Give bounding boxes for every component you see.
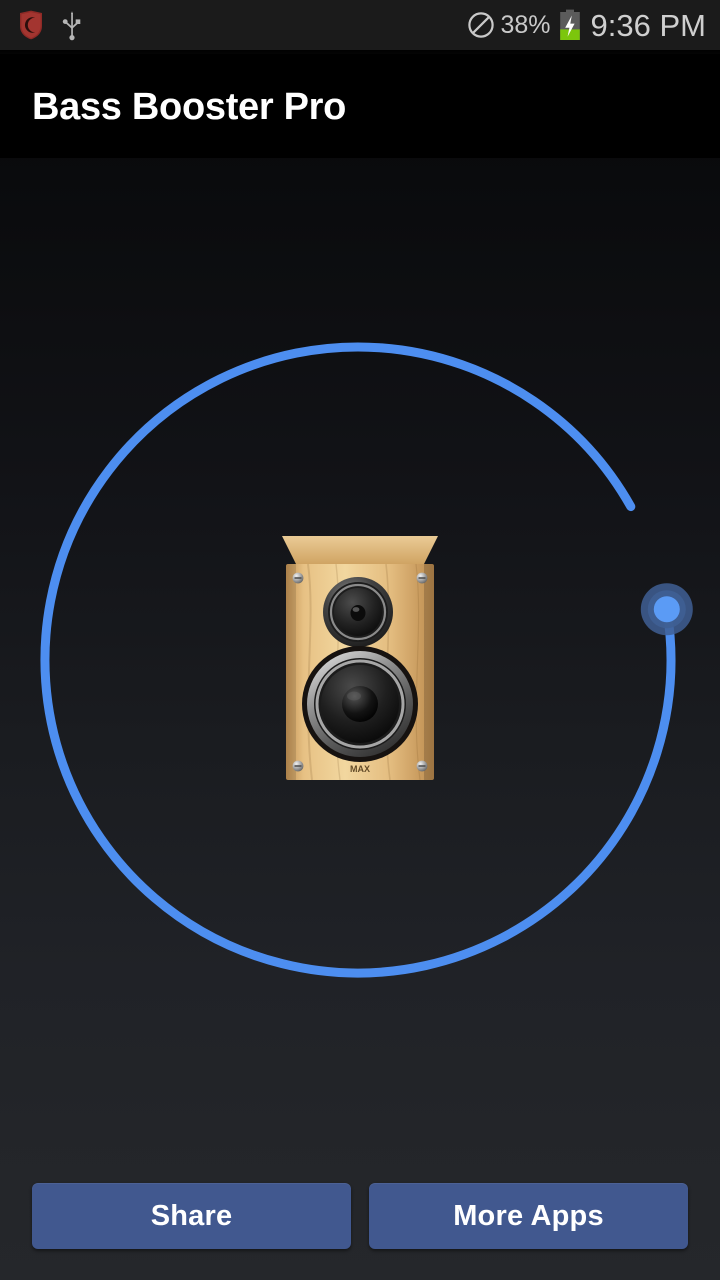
action-bar: Bass Booster Pro (0, 54, 720, 158)
status-bar: 38% 9:36 PM (0, 0, 720, 50)
status-bar-left-icons (18, 9, 84, 41)
usb-icon (60, 9, 84, 41)
app-screen: 38% 9:36 PM Bass Booster Pro MAX Share M… (0, 0, 720, 1280)
bottom-button-bar: Share More Apps (0, 1170, 720, 1280)
woofer-dust-cap (342, 686, 378, 722)
speaker-badge-label: MAX (350, 764, 370, 774)
security-shield-icon (18, 10, 44, 40)
battery-charging-icon (558, 9, 582, 41)
no-symbol-icon (467, 11, 495, 39)
dial-thumb[interactable] (653, 596, 680, 623)
speaker-cabinet-image: MAX (278, 534, 442, 782)
page-title: Bass Booster Pro (32, 86, 347, 128)
main-content: MAX (0, 158, 720, 1170)
tweeter-dome (350, 605, 366, 621)
share-button[interactable]: Share (32, 1183, 351, 1249)
cabinet-top-face (282, 536, 438, 564)
status-bar-right-icons: 38% 9:36 PM (467, 7, 706, 43)
clock-label: 9:36 PM (590, 7, 706, 43)
more-apps-button[interactable]: More Apps (369, 1183, 688, 1249)
battery-percent-label: 38% (500, 10, 551, 39)
